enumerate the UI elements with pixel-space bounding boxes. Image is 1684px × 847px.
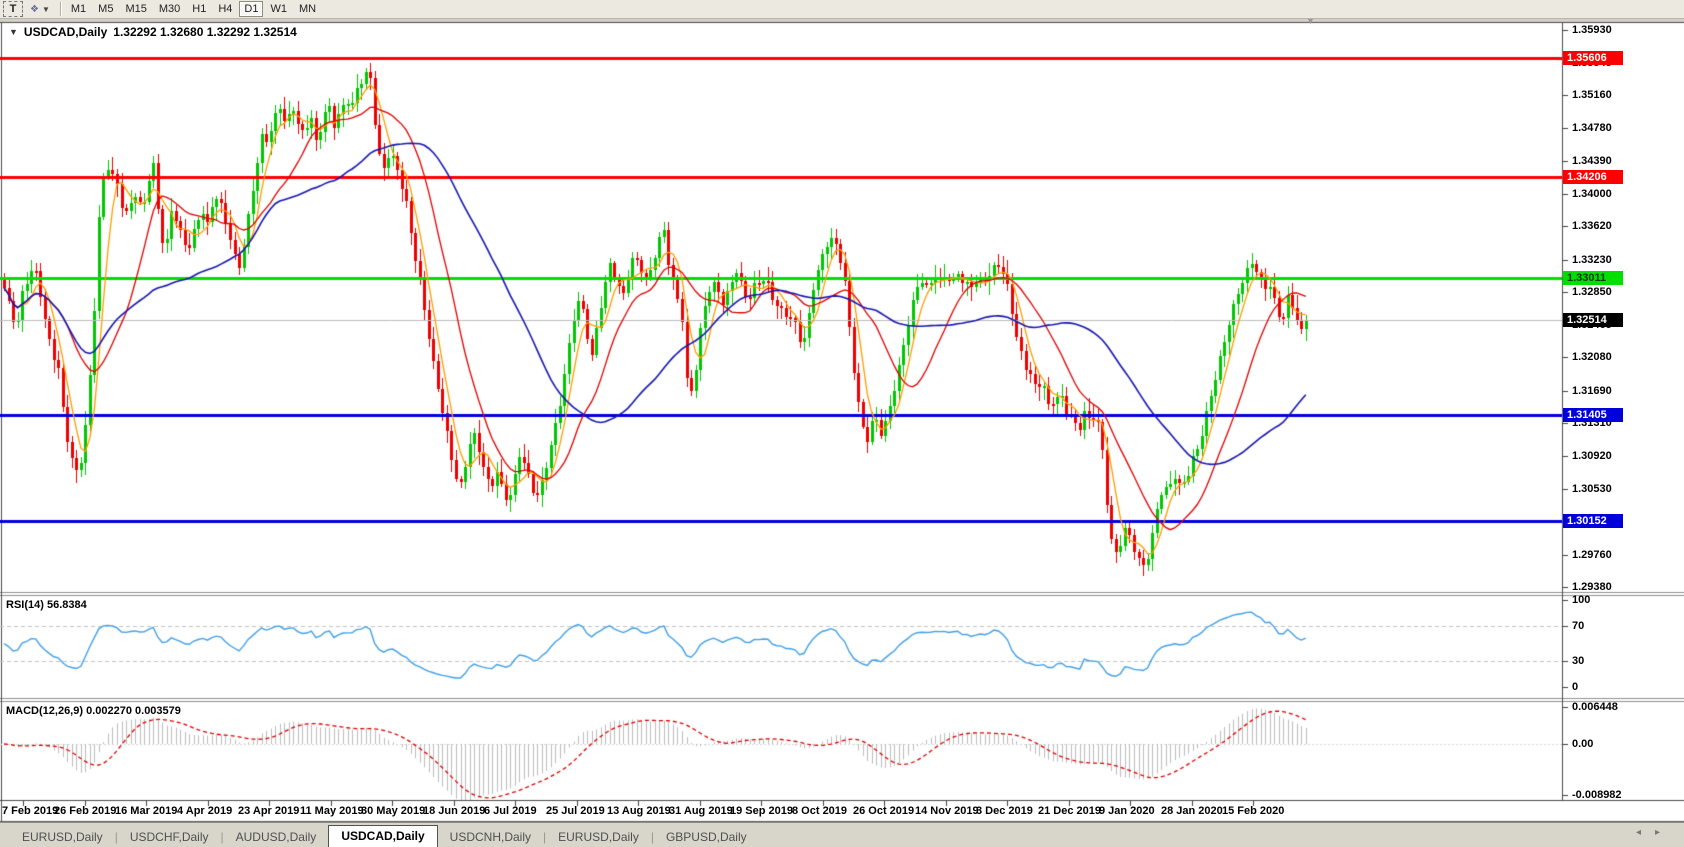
date-tick-label: 11 May 2019 bbox=[300, 805, 364, 817]
objects-icon: ❖ bbox=[30, 4, 40, 15]
price-tick-label: 1.30920 bbox=[1572, 449, 1680, 463]
timeframe-button-m5[interactable]: M5 bbox=[93, 1, 118, 17]
price-chart-canvas[interactable] bbox=[0, 0, 1684, 847]
date-tick-label: 21 Dec 2019 bbox=[1038, 805, 1101, 817]
price-tick-label: 1.32850 bbox=[1572, 285, 1680, 299]
date-tick-label: 31 Aug 2019 bbox=[669, 805, 733, 817]
timeframe-button-h4[interactable]: H4 bbox=[213, 1, 237, 17]
date-tick-label: 3 Dec 2019 bbox=[976, 805, 1033, 817]
date-tick-label: 18 Jun 2019 bbox=[423, 805, 485, 817]
price-tick-label: 1.34000 bbox=[1572, 187, 1680, 201]
price-level-badge: 1.30152 bbox=[1563, 514, 1623, 528]
timeframe-button-w1[interactable]: W1 bbox=[265, 1, 292, 17]
macd-scale-label: 0.00 bbox=[1572, 738, 1593, 751]
chevron-down-icon: ▼ bbox=[42, 5, 50, 14]
macd-label: MACD(12,26,9) 0.002270 0.003579 bbox=[6, 705, 181, 717]
date-tick-label: 28 Jan 2020 bbox=[1161, 805, 1223, 817]
price-tick-label: 1.32080 bbox=[1572, 350, 1680, 364]
price-tick-label: 1.29380 bbox=[1572, 580, 1680, 594]
date-tick-label: 23 Apr 2019 bbox=[238, 805, 299, 817]
price-tick-label: 1.34390 bbox=[1572, 154, 1680, 168]
chart-tab-usdcad-3[interactable]: USDCAD,Daily bbox=[328, 825, 437, 847]
rsi-label: RSI(14) 56.8384 bbox=[6, 599, 87, 611]
macd-scale-label: -0.008982 bbox=[1572, 789, 1622, 802]
date-tick-label: 25 Jul 2019 bbox=[546, 805, 605, 817]
date-tick-label: 14 Nov 2019 bbox=[915, 805, 979, 817]
price-tick-label: 1.29760 bbox=[1572, 548, 1680, 562]
timeframe-group: M1M5M15M30H1H4D1W1MN bbox=[65, 1, 322, 17]
objects-dropdown-button[interactable]: ❖ ▼ bbox=[25, 1, 55, 17]
text-tool-button[interactable]: T bbox=[3, 1, 23, 17]
price-tick-label: 1.30530 bbox=[1572, 482, 1680, 496]
chart-symbol: USDCAD,Daily bbox=[24, 25, 107, 39]
price-level-badge: 1.33011 bbox=[1563, 271, 1623, 285]
date-tick-label: 16 Mar 2019 bbox=[115, 805, 177, 817]
timeframe-button-h1[interactable]: H1 bbox=[187, 1, 211, 17]
mt4-window: { "toolbar": { "text_tool_label": "T", "… bbox=[0, 0, 1684, 847]
toolbar-separator bbox=[60, 2, 61, 16]
price-tick-label: 1.35160 bbox=[1572, 88, 1680, 102]
chart-tab-eurusd-0[interactable]: EURUSD,Daily bbox=[10, 828, 115, 847]
price-level-badge: 1.31405 bbox=[1563, 408, 1623, 422]
timeframe-button-d1[interactable]: D1 bbox=[239, 1, 263, 17]
date-tick-label: 9 Jan 2020 bbox=[1099, 805, 1155, 817]
date-tick-label: 6 Jul 2019 bbox=[484, 805, 537, 817]
price-tick-label: 1.33230 bbox=[1572, 253, 1680, 267]
rsi-scale-label: 70 bbox=[1572, 620, 1584, 633]
price-tick-label: 1.35930 bbox=[1572, 23, 1680, 37]
chart-tab-bar: EURUSD,Daily|USDCHF,Daily|AUDUSD,DailyUS… bbox=[0, 822, 1684, 847]
chart-title: ▼ USDCAD,Daily 1.32292 1.32680 1.32292 1… bbox=[6, 25, 300, 39]
rsi-scale-label: 100 bbox=[1572, 594, 1590, 607]
chart-tab-usdchf-1[interactable]: USDCHF,Daily bbox=[118, 828, 221, 847]
price-level-badge: 1.34206 bbox=[1563, 170, 1623, 184]
date-tick-label: 26 Oct 2019 bbox=[853, 805, 914, 817]
tab-scroll-right-icon[interactable]: ▸ bbox=[1655, 827, 1660, 838]
date-tick-label: 8 Oct 2019 bbox=[792, 805, 847, 817]
date-tick-label: 26 Feb 2019 bbox=[54, 805, 116, 817]
price-tick-label: 1.34780 bbox=[1572, 121, 1680, 135]
timeframe-button-m15[interactable]: M15 bbox=[120, 1, 151, 17]
collapse-triangle-icon[interactable]: ▼ bbox=[9, 27, 18, 37]
chart-tab-eurusd-5[interactable]: EURUSD,Daily bbox=[546, 828, 651, 847]
date-tick-label: 4 Apr 2019 bbox=[177, 805, 232, 817]
date-tick-label: 15 Feb 2020 bbox=[1222, 805, 1284, 817]
price-tick-label: 1.31690 bbox=[1572, 384, 1680, 398]
macd-scale-label: 0.006448 bbox=[1572, 701, 1618, 714]
chart-tab-audusd-2[interactable]: AUDUSD,Daily bbox=[224, 828, 329, 847]
chart-ohlc: 1.32292 1.32680 1.32292 1.32514 bbox=[113, 25, 297, 39]
price-level-badge: 1.35606 bbox=[1563, 51, 1623, 65]
rsi-scale-label: 0 bbox=[1572, 681, 1578, 694]
date-tick-label: 30 May 2019 bbox=[361, 805, 425, 817]
price-tick-label: 1.33620 bbox=[1572, 219, 1680, 233]
tab-scroll-left-icon[interactable]: ◂ bbox=[1636, 827, 1641, 838]
price-level-badge: 1.32514 bbox=[1563, 313, 1623, 327]
date-tick-label: 13 Aug 2019 bbox=[607, 805, 671, 817]
timeframe-button-m1[interactable]: M1 bbox=[66, 1, 91, 17]
timeframe-button-m30[interactable]: M30 bbox=[154, 1, 185, 17]
rsi-scale-label: 30 bbox=[1572, 655, 1584, 668]
chart-tab-usdcnh-4[interactable]: USDCNH,Daily bbox=[438, 828, 543, 847]
tab-scroll-buttons: ◂ ▸ bbox=[1636, 827, 1660, 838]
toolbar: T ❖ ▼ M1M5M15M30H1H4D1W1MN bbox=[0, 0, 1684, 19]
date-tick-label: 19 Sep 2019 bbox=[730, 805, 793, 817]
date-tick-label: 7 Feb 2019 bbox=[2, 805, 58, 817]
chart-tab-gbpusd-6[interactable]: GBPUSD,Daily bbox=[654, 828, 759, 847]
timeframe-button-mn[interactable]: MN bbox=[294, 1, 321, 17]
